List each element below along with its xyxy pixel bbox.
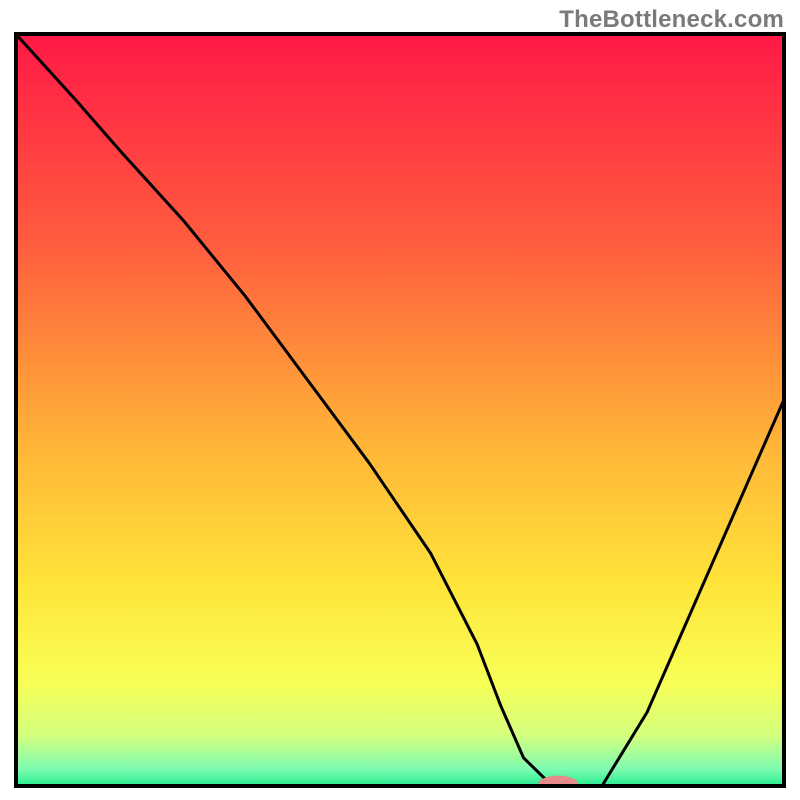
chart-frame: [14, 32, 786, 788]
gradient-fill: [14, 32, 786, 788]
chart-svg: [14, 32, 786, 788]
watermark-text: TheBottleneck.com: [559, 6, 784, 34]
